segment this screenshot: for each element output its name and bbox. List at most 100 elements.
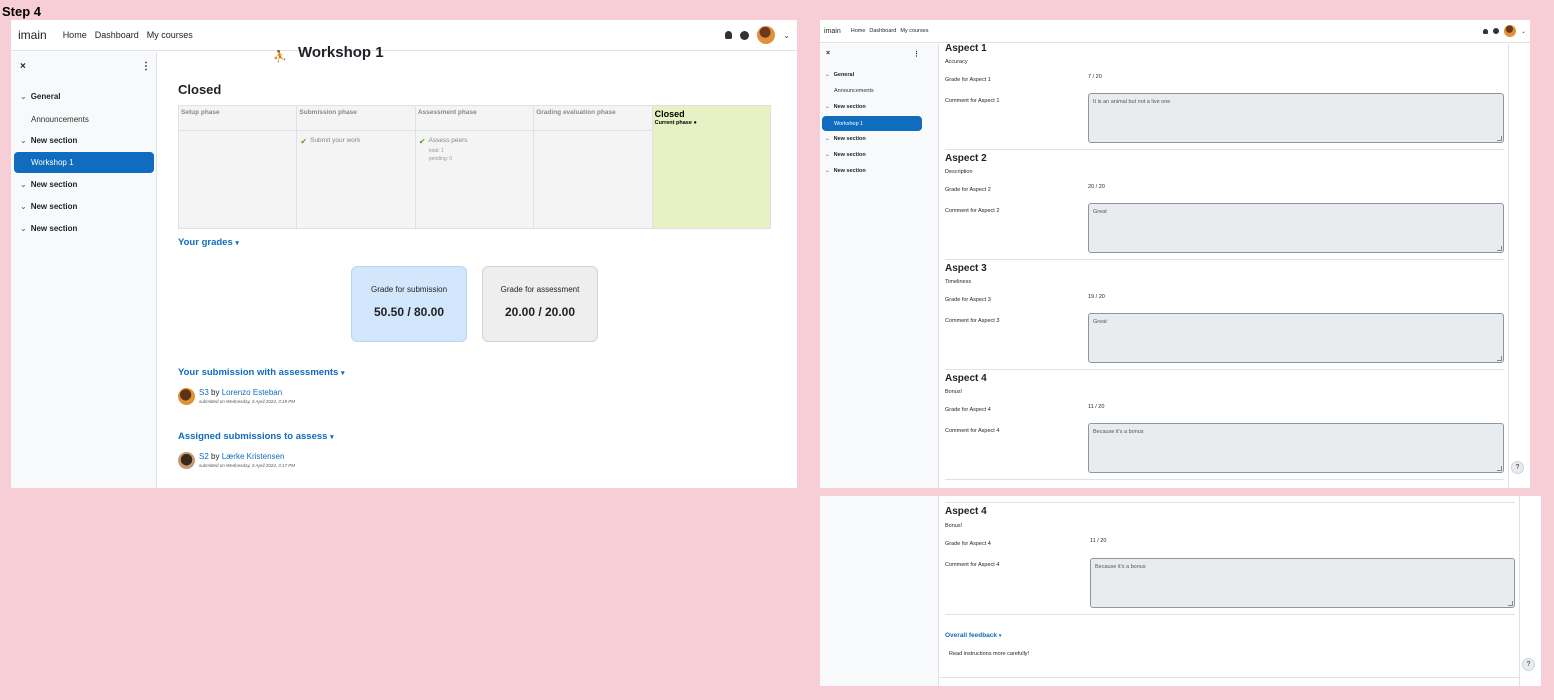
- aspect-1-title: Aspect 1: [945, 43, 987, 54]
- aspect-4-grade: 11 / 20: [1090, 538, 1107, 544]
- phase-closed: Closed Current phase ●: [652, 106, 771, 228]
- aspect-1-comment-label: Comment for Aspect 1: [945, 98, 1000, 104]
- aspect-1-grade-label: Grade for Aspect 1: [945, 77, 991, 83]
- aspect-1-comment[interactable]: It is an animal but not a live one: [1088, 93, 1504, 143]
- aspect-1-description: Accuracy: [945, 59, 968, 65]
- aspect-4-comment[interactable]: Because it's a bonus: [1088, 423, 1504, 473]
- aspect-2-comment-label: Comment for Aspect 2: [945, 208, 1000, 214]
- grade-submission-card: Grade for submission 50.50 / 80.00: [351, 266, 467, 342]
- activity-workshop-1[interactable]: Workshop 1: [822, 116, 922, 131]
- activity-announcements[interactable]: Announcements: [31, 115, 89, 124]
- aspect-3-comment[interactable]: Great: [1088, 313, 1504, 363]
- nav-my-courses[interactable]: My courses: [147, 30, 193, 40]
- overall-feedback-toggle[interactable]: Overall feedback ▾: [945, 632, 1001, 639]
- section-new-2[interactable]: ⌄ New section: [825, 136, 866, 142]
- phase-grading-evaluation: Grading evaluation phase: [534, 106, 653, 228]
- nav-dashboard[interactable]: Dashboard: [95, 30, 139, 40]
- user-menu-chevron-down-icon[interactable]: ⌄: [1521, 28, 1526, 35]
- aspect-4-grade-label: Grade for Aspect 4: [945, 541, 991, 547]
- section-general[interactable]: ⌄ General: [825, 72, 854, 78]
- section-new-1[interactable]: ⌄ New section: [825, 104, 866, 110]
- section-general[interactable]: ⌄ General: [20, 92, 61, 101]
- section-new-4[interactable]: ⌄ New section: [20, 224, 77, 233]
- grade-assessment-card: Grade for assessment 20.00 / 20.00: [482, 266, 598, 342]
- author-link[interactable]: Lorenzo Esteban: [222, 388, 283, 397]
- aspect-4-grade: 11 / 20: [1088, 404, 1105, 410]
- section-new-3[interactable]: ⌄ New section: [20, 202, 77, 211]
- nav-dashboard[interactable]: Dashboard: [869, 28, 896, 34]
- check-icon: ✔: [300, 137, 308, 146]
- chevron-down-icon: ⌄: [825, 152, 830, 158]
- nav-home[interactable]: Home: [851, 28, 866, 34]
- author-avatar: [178, 452, 195, 469]
- submission-item-own: S3 by Lorenzo Esteban submitted on Wedne…: [178, 388, 295, 405]
- drawer-options-icon[interactable]: ⋮: [913, 50, 920, 58]
- assess-total: total: 1: [428, 148, 444, 154]
- messages-chat-icon[interactable]: [740, 30, 750, 40]
- close-drawer-icon[interactable]: ×: [20, 61, 26, 72]
- notifications-bell-icon[interactable]: [1482, 28, 1488, 34]
- aspect-4-title: Aspect 4: [945, 506, 987, 517]
- chevron-down-icon: ⌄: [20, 180, 27, 189]
- submission-link[interactable]: S2: [199, 452, 209, 461]
- user-menu-chevron-down-icon[interactable]: ⌄: [783, 31, 790, 40]
- drawer-options-icon[interactable]: ⋮: [141, 61, 151, 72]
- task-submit-work[interactable]: ✔ Submit your work: [297, 131, 414, 152]
- aspect-2-description: Description: [945, 169, 973, 175]
- your-submission-toggle[interactable]: Your submission with assessments ▾: [178, 367, 344, 378]
- page-title: Workshop 1: [298, 44, 384, 61]
- divider: [945, 259, 1504, 260]
- aspect-4-comment-label: Comment for Aspect 4: [945, 428, 1000, 434]
- assessment-view-window-scrolled: Aspect 4 Bonus! Grade for Aspect 4 11 / …: [820, 496, 1541, 686]
- aspect-2-grade-label: Grade for Aspect 2: [945, 187, 991, 193]
- current-phase-dot-icon: ●: [693, 120, 697, 126]
- divider: [939, 677, 1519, 678]
- user-avatar[interactable]: [1503, 25, 1516, 37]
- chevron-down-icon: ⌄: [20, 202, 27, 211]
- phase-table: Setup phase Submission phase ✔ Submit you…: [178, 105, 771, 229]
- top-navbar: imain Home Dashboard My courses ⌄: [820, 20, 1530, 43]
- activity-workshop-1[interactable]: Workshop 1: [14, 152, 154, 173]
- nav-home[interactable]: Home: [63, 30, 87, 40]
- nav-my-courses[interactable]: My courses: [900, 28, 928, 34]
- aspect-4-comment[interactable]: Because it's a bonus: [1090, 558, 1515, 608]
- chevron-down-icon: ⌄: [20, 224, 27, 233]
- site-brand[interactable]: imain: [824, 28, 841, 35]
- assigned-submissions-toggle[interactable]: Assigned submissions to assess ▾: [178, 431, 334, 442]
- aspect-3-title: Aspect 3: [945, 263, 987, 274]
- close-drawer-icon[interactable]: ×: [826, 50, 830, 57]
- phase-assessment: Assessment phase ✔ Assess peers total: 1 …: [415, 106, 535, 228]
- section-new-2[interactable]: ⌄ New section: [20, 180, 77, 189]
- chevron-down-icon: ⌄: [825, 104, 830, 110]
- section-new-1[interactable]: ⌄ New section: [20, 136, 77, 145]
- chevron-down-icon: ⌄: [825, 168, 830, 174]
- caret-down-icon: ▾: [998, 633, 1002, 639]
- activity-announcements[interactable]: Announcements: [834, 88, 874, 94]
- user-avatar[interactable]: [757, 26, 776, 44]
- course-index-drawer: [820, 496, 939, 686]
- right-scrollbar[interactable]: [1508, 44, 1509, 488]
- messages-chat-icon[interactable]: [1492, 28, 1499, 34]
- submission-link[interactable]: S3: [199, 388, 209, 397]
- aspect-4-description: Bonus!: [945, 523, 963, 529]
- section-new-4[interactable]: ⌄ New section: [825, 168, 866, 174]
- aspect-2-comment[interactable]: Great: [1088, 203, 1504, 253]
- aspect-1-grade: 7 / 20: [1088, 74, 1102, 80]
- help-icon[interactable]: ?: [1522, 658, 1535, 671]
- your-grades-toggle[interactable]: Your grades ▾: [178, 237, 239, 248]
- caret-down-icon: ▾: [340, 370, 345, 377]
- section-new-3[interactable]: ⌄ New section: [825, 152, 866, 158]
- overall-feedback-text: Read instructions more carefully!: [949, 651, 1030, 657]
- notifications-bell-icon[interactable]: [725, 31, 733, 39]
- submission-date: submitted on Wednesday, 3 April 2024, 3:…: [199, 463, 295, 468]
- divider: [945, 479, 1504, 480]
- author-link[interactable]: Lærke Kristensen: [222, 452, 285, 461]
- workshop-view-window: imain Home Dashboard My courses ⌄ × ⋮ ⌄ G…: [11, 20, 797, 488]
- submission-item-assigned: S2 by Lærke Kristensen submitted on Wedn…: [178, 452, 295, 469]
- phase-submission: Submission phase ✔ Submit your work: [297, 106, 416, 228]
- right-scrollbar[interactable]: [1519, 496, 1520, 686]
- site-brand[interactable]: imain: [18, 28, 47, 42]
- help-icon[interactable]: ?: [1511, 461, 1524, 474]
- caret-down-icon: ▾: [330, 434, 334, 441]
- task-assess-peers[interactable]: ✔ Assess peers: [416, 131, 533, 147]
